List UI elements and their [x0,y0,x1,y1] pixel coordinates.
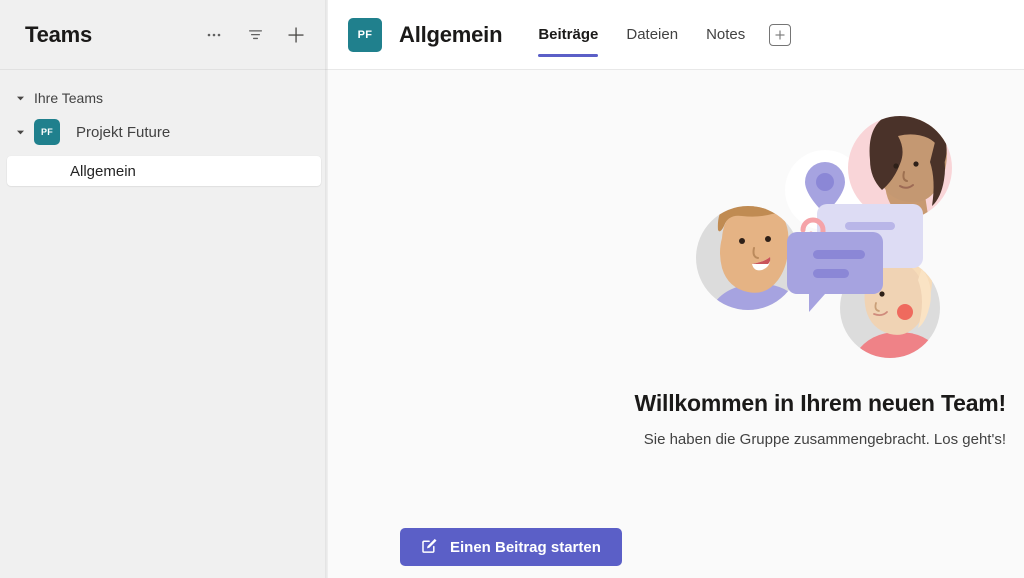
add-team-button[interactable] [282,21,310,49]
tab-dateien[interactable]: Dateien [612,0,692,70]
channel-header: PF Allgemein Beiträge Dateien Notes [328,0,1024,70]
tree-group-label: Ihre Teams [34,90,103,106]
start-post-button[interactable]: Einen Beitrag starten [400,528,622,566]
main-panel: PF Allgemein Beiträge Dateien Notes Will… [328,0,1024,578]
sidebar-header-actions [200,21,310,49]
tab-label: Notes [706,26,746,43]
chevron-down-icon [12,90,28,106]
add-tab-button[interactable] [769,23,792,46]
sidebar-channel-allgemein[interactable]: Allgemein [7,156,321,186]
sidebar-header: Teams [0,0,328,70]
page-title: Allgemein [399,21,503,47]
channel-team-avatar: PF [348,17,382,52]
channel-content: Willkommen in Ihrem neuen Team! Sie habe… [328,70,1024,578]
tab-label: Beiträge [538,26,599,43]
tree-group-ihre-teams[interactable]: Ihre Teams [0,84,328,112]
channel-name: Allgemein [70,162,136,180]
more-options-icon [207,33,221,36]
team-name: Projekt Future [76,123,171,141]
tab-label: Dateien [626,26,679,43]
compose-icon [421,537,438,558]
filter-icon [248,30,262,40]
sidebar-title: Teams [25,21,93,47]
more-options-button[interactable] [200,21,228,49]
filter-button[interactable] [241,21,269,49]
team-welcome-illustration [696,116,952,358]
chevron-down-icon [12,124,28,140]
teams-sidebar: Teams Ihre Teams PF Projekt Future Allge… [0,0,328,578]
plus-icon [775,30,785,39]
team-avatar: PF [34,119,60,145]
start-post-label: Einen Beitrag starten [450,538,601,556]
sidebar-team-projekt-future[interactable]: PF Projekt Future [0,112,328,152]
welcome-title: Willkommen in Ihrem neuen Team! [634,390,1007,416]
tab-beitraege[interactable]: Beiträge [524,0,612,70]
channel-tabs: Beiträge Dateien Notes [524,0,792,70]
plus-icon [288,27,304,42]
welcome-subtitle: Sie haben die Gruppe zusammengebracht. L… [643,431,1006,448]
app-root: Teams Ihre Teams PF Projekt Future Allge… [0,0,1024,578]
avatar-man-light-hair [696,206,800,310]
tab-notes[interactable]: Notes [692,0,759,70]
teams-tree: Ihre Teams PF Projekt Future Allgemein [0,70,328,578]
